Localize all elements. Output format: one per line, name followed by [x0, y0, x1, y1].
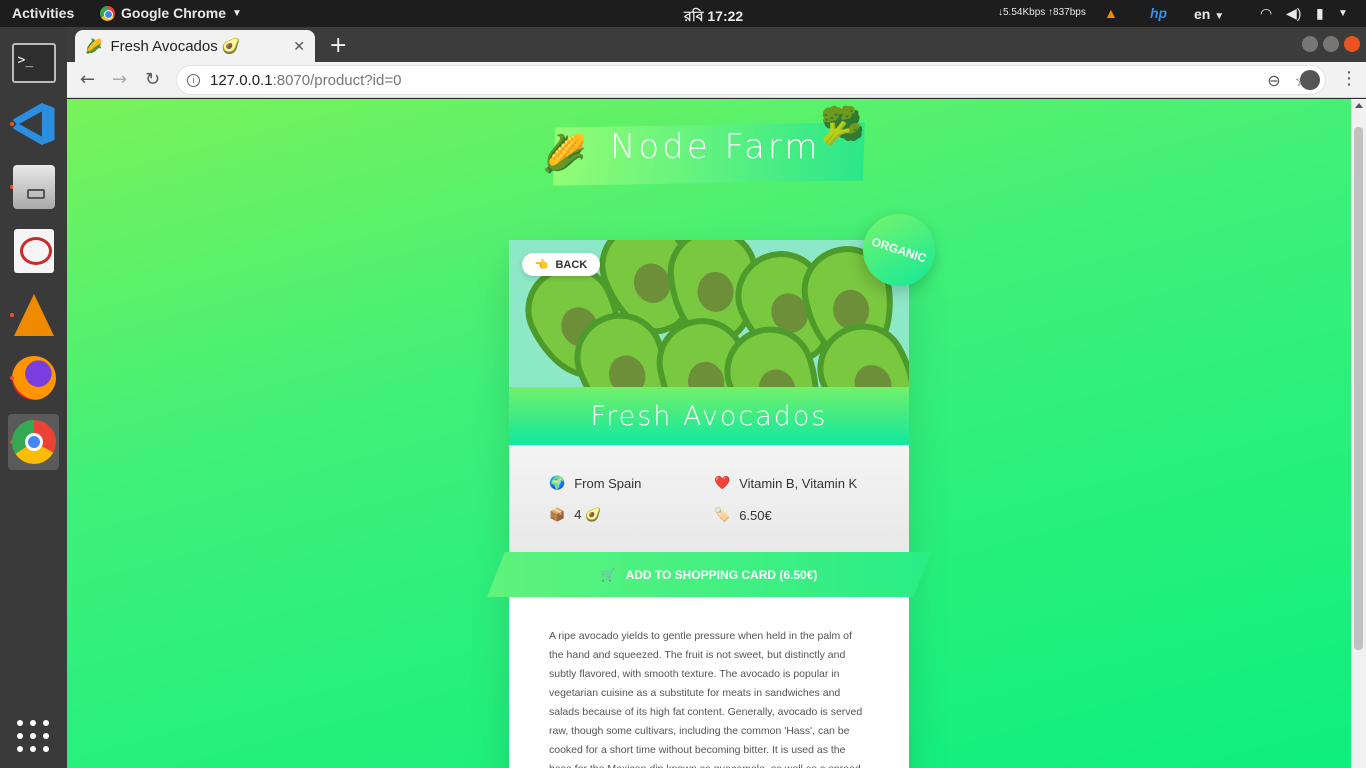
back-button[interactable]: 👈 BACK: [522, 253, 600, 276]
product-card: 👈 BACK Fresh Avocados 🌍 From Spain ❤️ Vi…: [509, 240, 909, 768]
quantity-detail: 📦 4 🥑: [549, 507, 601, 523]
globe-icon: 🌍: [549, 475, 566, 490]
system-menu-chevron-icon[interactable]: ▼: [1338, 8, 1348, 19]
package-icon: 📦: [549, 507, 566, 522]
language-label: en: [1194, 6, 1211, 22]
running-indicator: [10, 376, 14, 380]
product-details: 🌍 From Spain ❤️ Vitamin B, Vitamin K 📦 4…: [509, 445, 909, 555]
network-speed: ↓5.54Kbps ↑837bps: [998, 7, 1086, 18]
activities-button[interactable]: Activities: [12, 5, 74, 21]
dock-terminal[interactable]: >_: [8, 35, 59, 91]
origin-detail: 🌍 From Spain: [549, 475, 641, 491]
hp-tray-icon[interactable]: hp: [1150, 5, 1167, 21]
new-tab-button[interactable]: +: [329, 33, 347, 58]
menu-kebab-icon[interactable]: ⋮: [1340, 68, 1358, 89]
reload-icon[interactable]: ↻: [145, 69, 160, 90]
language-indicator[interactable]: en ▼: [1194, 6, 1224, 22]
url-path: :8070/product?id=0: [272, 71, 402, 89]
product-title-band: Fresh Avocados: [509, 387, 909, 445]
app-menu[interactable]: Google Chrome ▼: [100, 5, 242, 21]
tab-strip: 🌽 Fresh Avocados 🥑 ✕ +: [67, 27, 1366, 62]
close-window-button[interactable]: [1344, 36, 1360, 52]
chevron-down-icon: ▼: [232, 7, 242, 19]
running-indicator: [10, 122, 14, 126]
quantity-text: 4 🥑: [574, 507, 602, 522]
minimize-button[interactable]: [1302, 36, 1318, 52]
vlc-icon: [13, 294, 54, 336]
address-bar[interactable]: i 127.0.0.1:8070/product?id=0 ⊖ ☆: [176, 65, 1326, 95]
dock: >_: [0, 27, 67, 768]
corn-icon: 🌽: [542, 134, 587, 175]
organic-label: ORGANIC: [869, 234, 929, 266]
back-arrow-icon[interactable]: ←: [80, 69, 95, 90]
product-hero-image: 👈 BACK: [509, 240, 909, 387]
firefox-icon: [11, 356, 56, 400]
page-scrollbar[interactable]: [1351, 99, 1366, 768]
scroll-up-arrow-icon[interactable]: [1355, 103, 1363, 108]
broccoli-icon: 🥦: [820, 106, 865, 147]
terminal-icon: >_: [11, 43, 56, 83]
dock-vscode[interactable]: [8, 96, 59, 152]
url-host: 127.0.0.1: [210, 71, 273, 89]
shopping-cart-icon: 🛒: [600, 567, 616, 582]
vscode-icon: [12, 103, 55, 145]
dock-files[interactable]: [8, 159, 59, 215]
document-viewer-icon: [13, 229, 54, 273]
chrome-icon: [11, 420, 56, 464]
system-top-bar: Activities Google Chrome ▼ রবি 17:22 ↓5.…: [0, 0, 1366, 27]
scrollbar-thumb[interactable]: [1354, 127, 1363, 650]
window-controls: [1302, 36, 1360, 52]
pointing-hand-icon: 👈: [534, 259, 549, 271]
price-detail: 🏷️ 6.50€: [714, 507, 772, 523]
dock-chrome[interactable]: [8, 414, 59, 470]
dock-document-viewer[interactable]: [8, 223, 59, 279]
vlc-tray-icon[interactable]: ▲: [1104, 5, 1118, 21]
volume-icon[interactable]: ◀): [1286, 5, 1301, 22]
browser-window: 🌽 Fresh Avocados 🥑 ✕ + ← → ↻ i 127.0.0.1…: [67, 27, 1366, 768]
back-button-label: BACK: [555, 258, 588, 271]
heart-icon: ❤️: [714, 475, 731, 490]
browser-toolbar: ← → ↻ i 127.0.0.1:8070/product?id=0 ⊖ ☆: [67, 62, 1366, 98]
forward-arrow-icon[interactable]: →: [112, 69, 127, 90]
battery-icon[interactable]: ▮: [1316, 5, 1324, 22]
wifi-icon[interactable]: ◠: [1260, 5, 1272, 22]
nutrients-text: Vitamin B, Vitamin K: [739, 475, 858, 491]
maximize-button[interactable]: [1323, 36, 1339, 52]
logo-text: Node Farm: [610, 127, 821, 167]
profile-avatar-icon[interactable]: [1300, 70, 1320, 90]
chevron-down-icon: ▼: [1214, 11, 1225, 22]
nutrients-detail: ❤️ Vitamin B, Vitamin K: [714, 475, 857, 491]
add-to-cart-button[interactable]: 🛒 ADD TO SHOPPING CARD (6.50€): [487, 552, 931, 597]
dock-vlc[interactable]: [8, 287, 59, 343]
add-to-cart-label: ADD TO SHOPPING CARD (6.50€): [625, 567, 818, 582]
tab-fresh-avocados[interactable]: 🌽 Fresh Avocados 🥑 ✕: [75, 30, 315, 62]
app-menu-label: Google Chrome: [121, 5, 227, 21]
clock[interactable]: রবি 17:22: [684, 5, 743, 29]
page-viewport: 🌽 Node Farm 🥦 👈 BACK Fresh Avocados 🌍 Fr…: [67, 99, 1351, 768]
close-tab-icon[interactable]: ✕: [293, 38, 305, 55]
chrome-icon: [100, 5, 115, 21]
tab-favicon-icon: 🌽: [85, 37, 103, 54]
origin-text: From Spain: [574, 475, 642, 491]
price-tag-icon: 🏷️: [714, 507, 731, 522]
product-description: A ripe avocado yields to gentle pressure…: [549, 630, 863, 768]
show-applications-icon[interactable]: [17, 720, 49, 752]
files-icon: [12, 165, 55, 209]
product-title: Fresh Avocados: [590, 400, 828, 432]
zoom-icon[interactable]: ⊖: [1267, 71, 1280, 91]
dock-firefox[interactable]: [8, 350, 59, 406]
tab-title: Fresh Avocados 🥑: [110, 38, 241, 55]
price-text: 6.50€: [739, 507, 772, 523]
site-info-icon[interactable]: i: [187, 73, 200, 87]
site-logo[interactable]: 🌽 Node Farm 🥦: [542, 106, 882, 197]
